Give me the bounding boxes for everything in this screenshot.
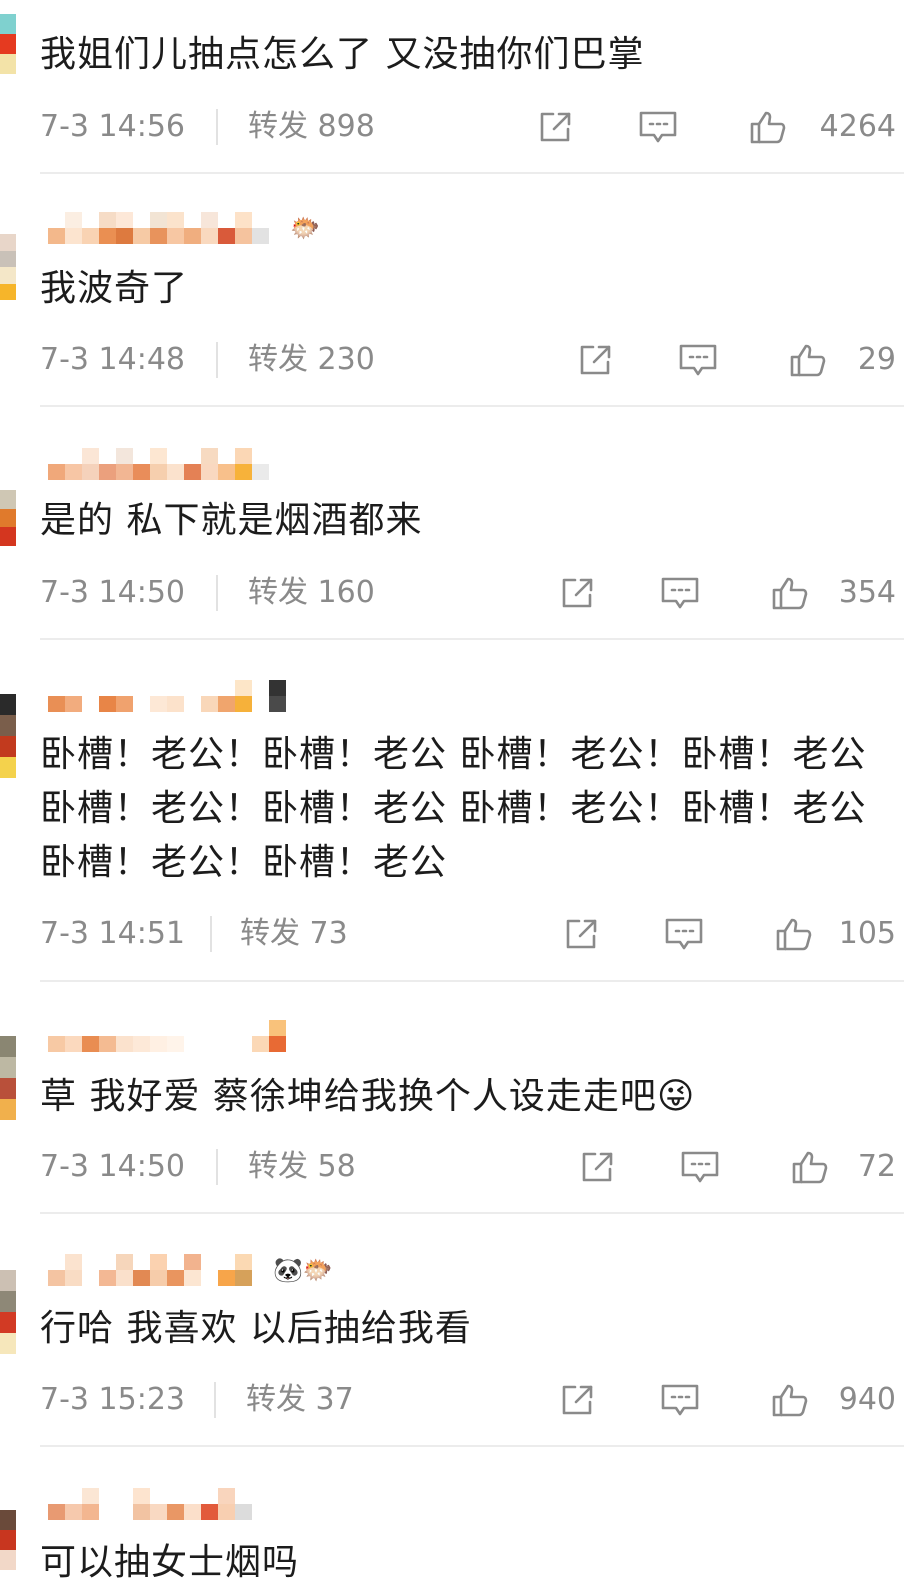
thumbs-up-icon[interactable]	[748, 109, 788, 145]
repost-button[interactable]: 转发 58	[248, 1145, 356, 1189]
share-icon[interactable]	[578, 1149, 618, 1185]
avatar[interactable]	[0, 1270, 16, 1354]
repost-count: 58	[317, 1149, 356, 1184]
username-mosaic	[48, 680, 286, 712]
username-mosaic	[48, 1488, 269, 1520]
comment-time: 7-3 14:48	[40, 342, 185, 377]
divider	[216, 575, 218, 611]
username[interactable]	[48, 1484, 273, 1524]
comment-icon[interactable]	[664, 916, 704, 952]
avatar[interactable]	[0, 490, 16, 546]
like-count: 4264	[819, 109, 896, 144]
repost-button[interactable]: 转发 230	[248, 338, 375, 382]
comment-icon[interactable]	[660, 1382, 700, 1418]
username[interactable]: 🐡	[48, 208, 320, 248]
avatar[interactable]	[0, 694, 16, 778]
share-icon[interactable]	[562, 916, 602, 952]
share-icon[interactable]	[576, 342, 616, 378]
comment-text: 我姐们儿抽点怎么了 又没抽你们巴掌	[40, 34, 645, 75]
separator	[40, 1212, 904, 1214]
comment-meta: 7-3 15:23 转发 37 940	[40, 1378, 896, 1422]
separator	[40, 405, 904, 407]
comment-text: 是的 私下就是烟酒都来	[40, 500, 423, 541]
comment-text: 草 我好爱 蔡徐坤给我换个人设走走吧😜	[40, 1076, 696, 1117]
share-icon[interactable]	[558, 575, 598, 611]
user-emoji: 🐼🐡	[273, 1256, 333, 1284]
comment-meta: 7-3 14:56 转发 898 4264	[40, 105, 896, 149]
avatar[interactable]	[0, 1036, 16, 1120]
repost-label: 转发	[248, 1149, 308, 1184]
username-mosaic	[48, 212, 286, 244]
like-count: 105	[838, 916, 896, 951]
repost-label: 转发	[248, 109, 308, 144]
repost-count: 898	[317, 109, 375, 144]
thumbs-up-icon[interactable]	[788, 342, 828, 378]
comment-meta: 7-3 14:50 转发 58 72	[40, 1145, 896, 1189]
comment-feed: 我姐们儿抽点怎么了 又没抽你们巴掌 7-3 14:56 转发 898 4264 …	[0, 0, 904, 1583]
divider	[214, 1382, 216, 1418]
comment-time: 7-3 15:23	[40, 1382, 185, 1417]
user-emoji: 🐡	[290, 214, 320, 242]
repost-label: 转发	[248, 342, 308, 377]
like-count: 29	[857, 342, 896, 377]
comment-icon[interactable]	[680, 1149, 720, 1185]
separator	[40, 638, 904, 640]
thumbs-up-icon[interactable]	[770, 1382, 810, 1418]
repost-label: 转发	[240, 916, 300, 951]
separator	[40, 1445, 904, 1447]
comment-meta: 7-3 14:50 转发 160 354	[40, 571, 896, 615]
username[interactable]: 🐼🐡	[48, 1250, 333, 1290]
thumbs-up-icon[interactable]	[774, 916, 814, 952]
divider	[216, 1149, 218, 1185]
divider	[210, 916, 212, 952]
comment-meta: 7-3 14:51 转发 73 105	[40, 912, 896, 956]
separator	[40, 172, 904, 174]
share-icon[interactable]	[536, 109, 576, 145]
comment-icon[interactable]	[638, 109, 678, 145]
divider	[216, 109, 218, 145]
comment-icon[interactable]	[678, 342, 718, 378]
like-count: 72	[857, 1149, 896, 1184]
thumbs-up-icon[interactable]	[790, 1149, 830, 1185]
divider	[216, 342, 218, 378]
like-count: 354	[838, 575, 896, 610]
like-count: 940	[838, 1382, 896, 1417]
repost-button[interactable]: 转发 73	[240, 912, 348, 956]
comment-text: 卧槽！老公！卧槽！老公 卧槽！老公！卧槽！老公 卧槽！老公！卧槽！老公 卧槽！老…	[40, 734, 867, 883]
comment-meta: 7-3 14:48 转发 230 29	[40, 338, 896, 382]
thumbs-up-icon[interactable]	[770, 575, 810, 611]
avatar[interactable]	[0, 14, 16, 74]
comment-text: 可以抽女士烟吗	[40, 1542, 300, 1583]
username[interactable]	[48, 444, 290, 484]
repost-count: 160	[317, 575, 375, 610]
avatar[interactable]	[0, 234, 16, 300]
repost-count: 73	[309, 916, 348, 951]
username-mosaic	[48, 1254, 269, 1286]
comment-time: 7-3 14:56	[40, 109, 185, 144]
comment-text: 行哈 我喜欢 以后抽给我看	[40, 1308, 472, 1349]
username-mosaic	[48, 1020, 286, 1052]
comment-time: 7-3 14:51	[40, 916, 185, 951]
repost-label: 转发	[248, 575, 308, 610]
separator	[40, 980, 904, 982]
repost-button[interactable]: 转发 898	[248, 105, 375, 149]
username[interactable]	[48, 676, 290, 716]
username[interactable]	[48, 1016, 290, 1056]
repost-label: 转发	[246, 1382, 306, 1417]
repost-button[interactable]: 转发 37	[246, 1378, 354, 1422]
repost-count: 230	[317, 342, 375, 377]
username-mosaic	[48, 448, 286, 480]
share-icon[interactable]	[558, 1382, 598, 1418]
comment-icon[interactable]	[660, 575, 700, 611]
comment-time: 7-3 14:50	[40, 575, 185, 610]
comment-text: 我波奇了	[40, 268, 189, 309]
repost-count: 37	[315, 1382, 354, 1417]
repost-button[interactable]: 转发 160	[248, 571, 375, 615]
comment-time: 7-3 14:50	[40, 1149, 185, 1184]
avatar[interactable]	[0, 1510, 16, 1570]
